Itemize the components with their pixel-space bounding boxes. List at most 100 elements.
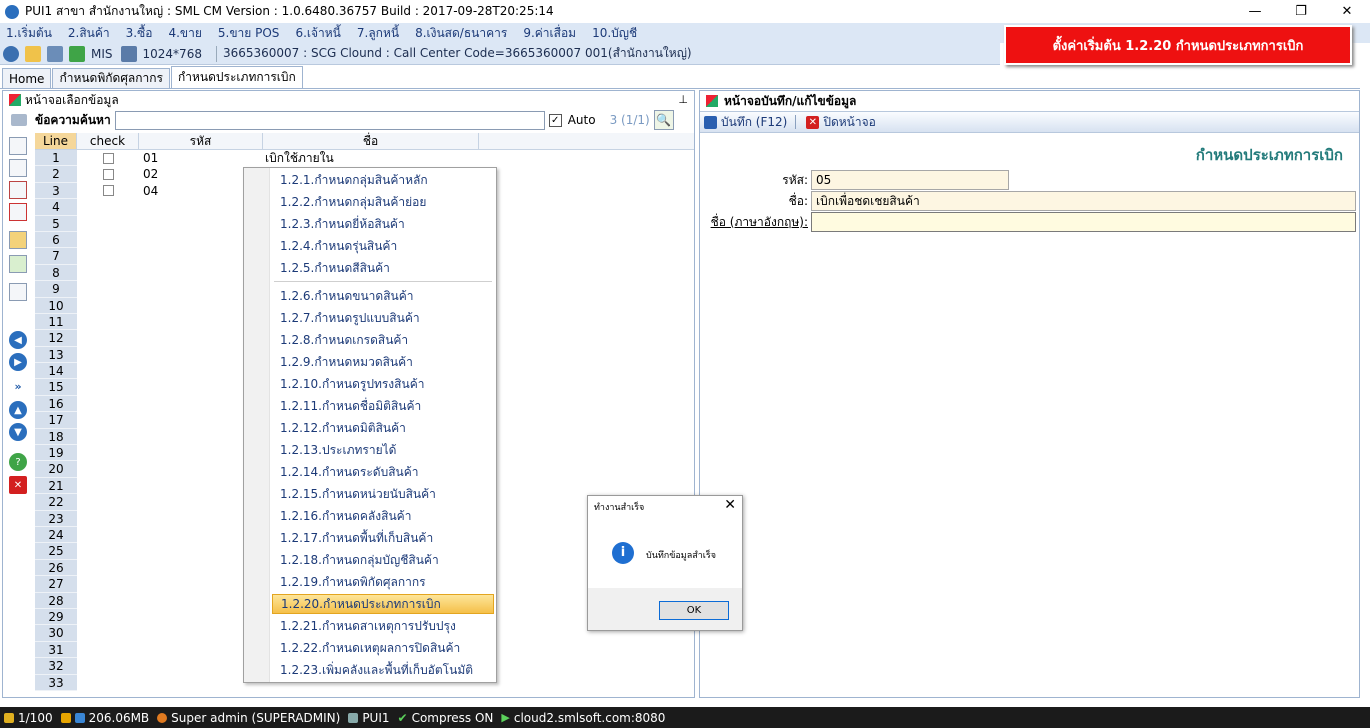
menu-item[interactable]: 1.2.21.กำหนดสาเหตุการปรับปรุง xyxy=(278,616,490,636)
tab-withdrawal-type[interactable]: กำหนดประเภทการเบิก xyxy=(171,66,303,88)
menu-item[interactable]: 1.2.12.กำหนดมิติสินค้า xyxy=(278,418,490,438)
memory-text: 206.06MB xyxy=(88,710,150,725)
lock-icon[interactable] xyxy=(9,231,27,249)
menu-receivables[interactable]: 7.ลูกหนี้ xyxy=(357,24,399,43)
move-up-icon[interactable]: ▲ xyxy=(9,401,27,419)
code-field[interactable]: 05 xyxy=(811,170,1009,190)
row-line-number: 13 xyxy=(35,346,77,364)
row-check-cell xyxy=(77,199,139,215)
menu-sales[interactable]: 4.ขาย xyxy=(168,24,201,43)
menu-item[interactable]: 1.2.16.กำหนดคลังสินค้า xyxy=(278,506,490,526)
search-button[interactable]: 🔍 xyxy=(653,110,674,130)
row-line-number: 10 xyxy=(35,297,77,314)
dialog-title: ทำงานสำเร็จ xyxy=(594,503,645,513)
column-line[interactable]: Line xyxy=(35,133,77,149)
menu-item[interactable]: 1.2.14.กำหนดระดับสินค้า xyxy=(278,462,490,482)
menu-pos[interactable]: 5.ขาย POS xyxy=(218,24,280,43)
minimize-button[interactable]: — xyxy=(1232,0,1278,23)
menu-item[interactable]: 1.2.18.กำหนดกลุ่มบัญชีสินค้า xyxy=(278,550,490,570)
menu-item[interactable]: 1.2.11.กำหนดชื่อมิติสินค้า xyxy=(278,396,490,416)
row-filler xyxy=(479,199,694,215)
row-checkbox[interactable] xyxy=(102,185,114,197)
row-check-cell xyxy=(77,347,139,363)
search-input[interactable] xyxy=(114,110,545,130)
list-view-icon[interactable] xyxy=(9,283,27,301)
menu-depreciation[interactable]: 9.ค่าเสื่อม xyxy=(523,24,576,43)
row-checkbox[interactable] xyxy=(102,169,114,181)
menu-item[interactable]: 1.2.15.กำหนดหน่วยนับสินค้า xyxy=(278,484,490,504)
menu-purchase[interactable]: 3.ซื้อ xyxy=(126,24,153,43)
close-screen-icon: ✕ xyxy=(806,115,820,129)
checklist-icon[interactable] xyxy=(9,181,27,199)
first-record-icon[interactable]: ◀ xyxy=(9,331,27,349)
row-checkbox[interactable] xyxy=(102,152,114,164)
menu-item[interactable]: 1.2.23.เพิ่มคลังและพื้นที่เก็บอัตโนมัติ xyxy=(278,660,490,680)
search-row: ข้อความค้นหา ✓ Auto 3 (1/1) 🔍 xyxy=(3,109,694,131)
menu-item[interactable]: 1.2.13.ประเภทรายได้ xyxy=(278,440,490,460)
name-en-row: ชื่อ (ภาษาอังกฤษ): xyxy=(708,212,1356,232)
save-button[interactable]: บันทึก (F12) xyxy=(721,113,787,132)
tab-customs-tariff[interactable]: กำหนดพิกัดศุลกากร xyxy=(52,68,171,88)
window-icon[interactable] xyxy=(25,45,41,62)
auto-checkbox[interactable]: ✓ xyxy=(548,113,562,127)
menu-separator xyxy=(274,281,492,282)
name-field[interactable]: เบิกเพื่อชดเชยสินค้า xyxy=(811,191,1356,211)
clock-icon[interactable] xyxy=(3,45,19,62)
ok-button[interactable]: OK xyxy=(659,601,729,620)
table-row[interactable]: 1 01 เบิกใช้ภายใน xyxy=(35,150,694,167)
menu-item[interactable]: 1.2.17.กำหนดพื้นที่เก็บสินค้า xyxy=(278,528,490,548)
menu-start[interactable]: 1.เริ่มต้น xyxy=(6,24,52,43)
row-line-number: 27 xyxy=(35,576,77,593)
jump-menu-icon[interactable]: » xyxy=(9,377,27,395)
menu-payables[interactable]: 6.เจ้าหนี้ xyxy=(295,24,340,43)
menu-item[interactable]: 1.2.3.กำหนดยี่ห้อสินค้า xyxy=(278,214,490,234)
restore-button[interactable]: ❐ xyxy=(1278,0,1324,23)
column-code[interactable]: รหัส xyxy=(139,133,263,149)
row-check-cell xyxy=(77,166,139,182)
mis-label[interactable]: MIS xyxy=(91,47,113,61)
menu-item[interactable]: 1.2.8.กำหนดเกรดสินค้า xyxy=(278,330,490,350)
chart-icon[interactable] xyxy=(69,45,85,62)
row-line-number: 21 xyxy=(35,477,77,495)
menu-cash-bank[interactable]: 8.เงินสด/ธนาคาร xyxy=(415,24,507,43)
tab-strip: Home กำหนดพิกัดศุลกากร กำหนดประเภทการเบิ… xyxy=(0,66,1360,89)
menu-item[interactable]: 1.2.7.กำหนดรูปแบบสินค้า xyxy=(278,308,490,328)
tab-home[interactable]: Home xyxy=(2,68,52,88)
import-icon[interactable] xyxy=(9,255,27,273)
memory-icon xyxy=(74,712,85,723)
next-record-icon[interactable]: ▶ xyxy=(9,353,27,371)
document-icon[interactable] xyxy=(9,159,27,177)
column-check[interactable]: check xyxy=(77,133,139,149)
tree-icon[interactable] xyxy=(11,114,27,126)
new-record-button[interactable] xyxy=(9,137,27,155)
move-down-icon[interactable]: ▼ xyxy=(9,423,27,441)
name-en-field[interactable] xyxy=(811,212,1356,232)
calculator-icon[interactable] xyxy=(47,45,63,62)
close-icon[interactable]: ✕ xyxy=(9,476,27,494)
menu-item[interactable]: 1.2.2.กำหนดกลุ่มสินค้าย่อย xyxy=(278,192,490,212)
settings-context-menu: 1.2.1.กำหนดกลุ่มสินค้าหลัก 1.2.2.กำหนดกลุ… xyxy=(243,167,497,683)
company-info: 3665360007 : SCG Clound : Call Center Co… xyxy=(222,46,692,60)
menu-item[interactable]: 1.2.22.กำหนดเหตุผลการปิดสินค้า xyxy=(278,638,490,658)
dialog-close-icon[interactable]: ✕ xyxy=(724,497,736,513)
menu-accounting[interactable]: 10.บัญชี xyxy=(592,24,637,43)
menu-item[interactable]: 1.2.5.กำหนดสีสินค้า xyxy=(278,258,490,278)
row-check-cell xyxy=(77,298,139,314)
delete-document-icon[interactable] xyxy=(9,203,27,221)
menu-item[interactable]: 1.2.20.กำหนดประเภทการเบิก xyxy=(272,594,494,614)
menu-item[interactable]: 1.2.4.กำหนดรุ่นสินค้า xyxy=(278,236,490,256)
menu-products[interactable]: 2.สินค้า xyxy=(68,24,110,43)
pin-icon[interactable]: ⊥ xyxy=(678,93,688,106)
menu-item[interactable]: 1.2.6.กำหนดขนาดสินค้า xyxy=(278,286,490,306)
app-icon xyxy=(5,4,19,19)
help-icon[interactable]: ? xyxy=(9,453,27,471)
row-line-number: 28 xyxy=(35,592,77,609)
close-window-button[interactable]: ✕ xyxy=(1324,0,1370,23)
close-screen-button[interactable]: ปิดหน้าจอ xyxy=(823,113,876,132)
menu-item[interactable]: 1.2.10.กำหนดรูปทรงสินค้า xyxy=(278,374,490,394)
selection-pane-header: หน้าจอเลือกข้อมูล xyxy=(3,91,694,109)
column-name[interactable]: ชื่อ xyxy=(263,133,479,149)
menu-item[interactable]: 1.2.9.กำหนดหมวดสินค้า xyxy=(278,352,490,372)
menu-item[interactable]: 1.2.19.กำหนดพิกัดศุลกากร xyxy=(278,572,490,592)
menu-item[interactable]: 1.2.1.กำหนดกลุ่มสินค้าหลัก xyxy=(278,170,490,190)
